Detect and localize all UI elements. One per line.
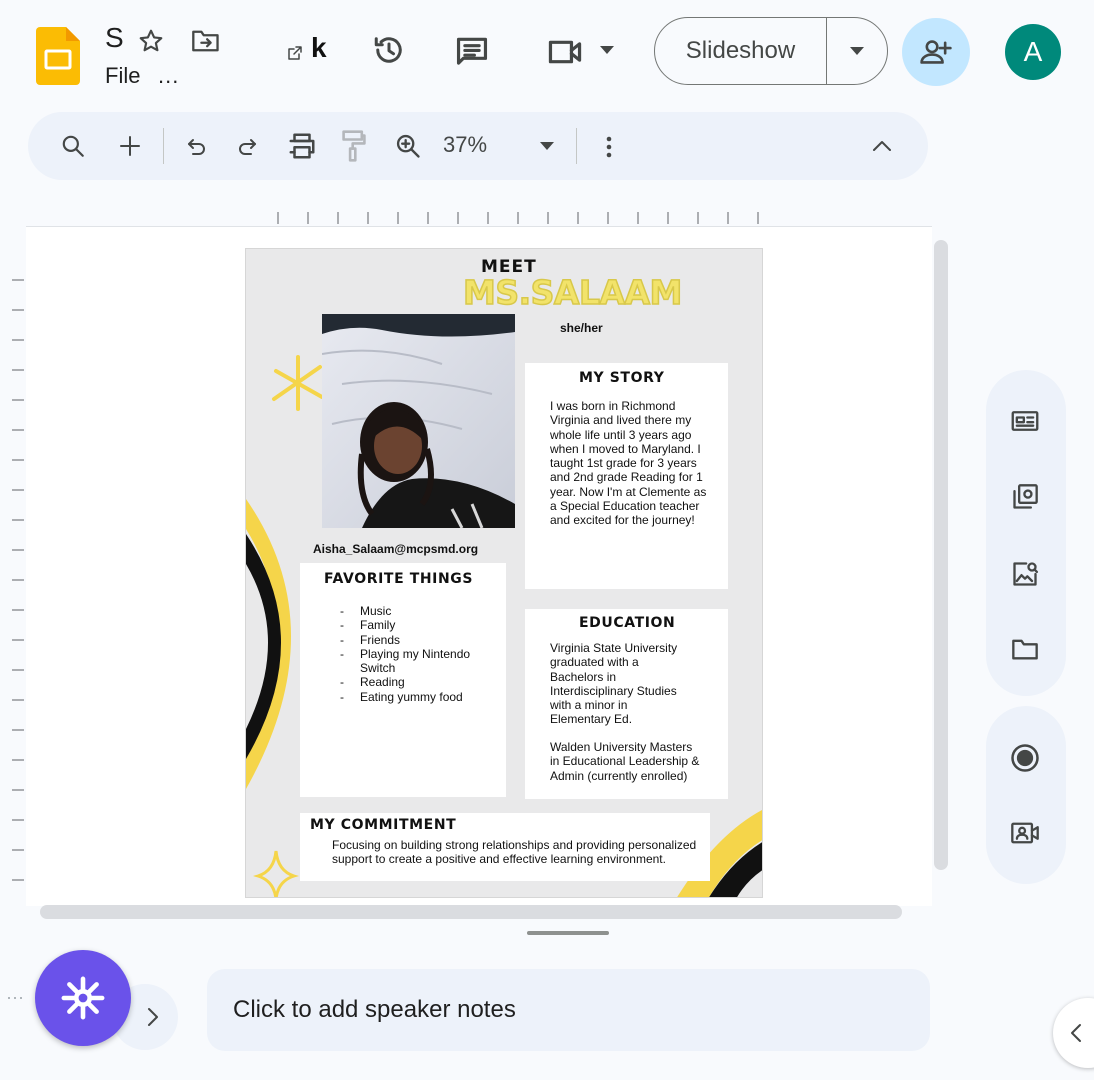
slides-logo[interactable]	[36, 27, 80, 85]
email-text: Aisha_Salaam@mcpsmd.org	[313, 542, 479, 556]
search-menus-icon[interactable]	[58, 131, 88, 161]
file-menu[interactable]: File	[105, 63, 140, 89]
new-slide-icon[interactable]	[115, 131, 145, 161]
my-commitment-card: MY COMMITMENT Focusing on building stron…	[300, 813, 710, 881]
education-card: EDUCATION Virginia State University grad…	[525, 609, 728, 799]
my-story-text: I was born in Richmond Virginia and live…	[550, 399, 707, 528]
version-history-icon[interactable]	[370, 31, 408, 69]
undo-icon[interactable]	[181, 132, 211, 162]
zoom-in-icon[interactable]	[392, 130, 424, 162]
folder-icon[interactable]	[1010, 634, 1040, 664]
my-story-title: MY STORY	[579, 370, 665, 386]
list-item: Reading	[340, 675, 490, 690]
gemini-assistant-button[interactable]	[35, 950, 131, 1046]
redo-icon[interactable]	[233, 132, 263, 162]
vertical-scrollbar[interactable]	[934, 240, 948, 870]
slideshow-button[interactable]: Slideshow	[655, 18, 827, 84]
comments-icon[interactable]	[452, 32, 492, 72]
account-avatar[interactable]: A	[1005, 24, 1061, 80]
more-options-icon[interactable]	[598, 132, 620, 162]
list-item: Playing my Nintendo Switch	[340, 647, 490, 676]
notes-resize-handle[interactable]	[527, 931, 609, 935]
record-icon[interactable]	[1009, 742, 1041, 774]
horizontal-ruler[interactable]	[250, 210, 770, 226]
favorite-things-title: FAVORITE THINGS	[324, 571, 474, 587]
camera-record-icon[interactable]	[1009, 818, 1041, 848]
side-panel-record	[986, 706, 1066, 884]
education-title: EDUCATION	[579, 615, 676, 631]
toggle-side-panel-button[interactable]	[1053, 998, 1094, 1068]
slideshow-options-dropdown[interactable]	[827, 18, 887, 84]
education-text: Virginia State University graduated with…	[550, 641, 678, 727]
collapse-toolbar-icon[interactable]	[868, 134, 896, 158]
move-to-folder-icon[interactable]	[190, 26, 222, 56]
horizontal-scrollbar[interactable]	[40, 905, 902, 919]
teacher-name-heading: MS.SALAAM	[462, 272, 683, 313]
slideshow-button-group: Slideshow	[654, 17, 888, 85]
list-item: Music	[340, 604, 490, 619]
education-text-2: Walden University Masters in Educational…	[550, 740, 700, 783]
slide[interactable]: MEET MS.SALAAM she/her Aisha_Salaam@mcps…	[245, 248, 763, 898]
chevron-down-icon[interactable]	[597, 42, 617, 58]
list-item: Friends	[340, 633, 490, 648]
my-story-card: MY STORY I was born in Richmond Virginia…	[525, 363, 728, 589]
zoom-level[interactable]: 37%	[443, 132, 487, 158]
favorite-things-card: FAVORITE THINGS Music Family Friends Pla…	[300, 563, 506, 797]
paint-format-icon[interactable]	[338, 128, 370, 164]
pronouns-text: she/her	[560, 321, 603, 335]
themes-icon[interactable]	[1010, 481, 1040, 513]
meet-camera-icon[interactable]	[543, 32, 587, 72]
print-icon[interactable]	[285, 130, 319, 162]
speaker-notes-input[interactable]: Click to add speaker notes	[207, 969, 930, 1051]
my-commitment-text: Focusing on building strong relationship…	[332, 838, 697, 867]
speaker-notes-panel-icon[interactable]	[1010, 406, 1040, 436]
more-menus-button[interactable]: ...	[158, 63, 179, 89]
star-icon[interactable]	[136, 26, 166, 56]
zoom-dropdown-icon[interactable]	[538, 140, 556, 152]
teacher-photo	[322, 314, 515, 528]
open-external-icon[interactable]	[286, 44, 304, 62]
document-title[interactable]: S	[105, 22, 124, 54]
my-commitment-title: MY COMMITMENT	[310, 817, 457, 833]
share-button[interactable]	[902, 18, 970, 86]
list-item: Eating yummy food	[340, 690, 490, 705]
vertical-ruler[interactable]	[10, 270, 26, 900]
list-item: Family	[340, 618, 490, 633]
grip-icon[interactable]	[6, 992, 28, 1004]
extension-k-icon[interactable]: k	[311, 32, 327, 64]
image-search-icon[interactable]	[1010, 558, 1040, 590]
favorite-things-list: Music Family Friends Playing my Nintendo…	[340, 604, 490, 704]
